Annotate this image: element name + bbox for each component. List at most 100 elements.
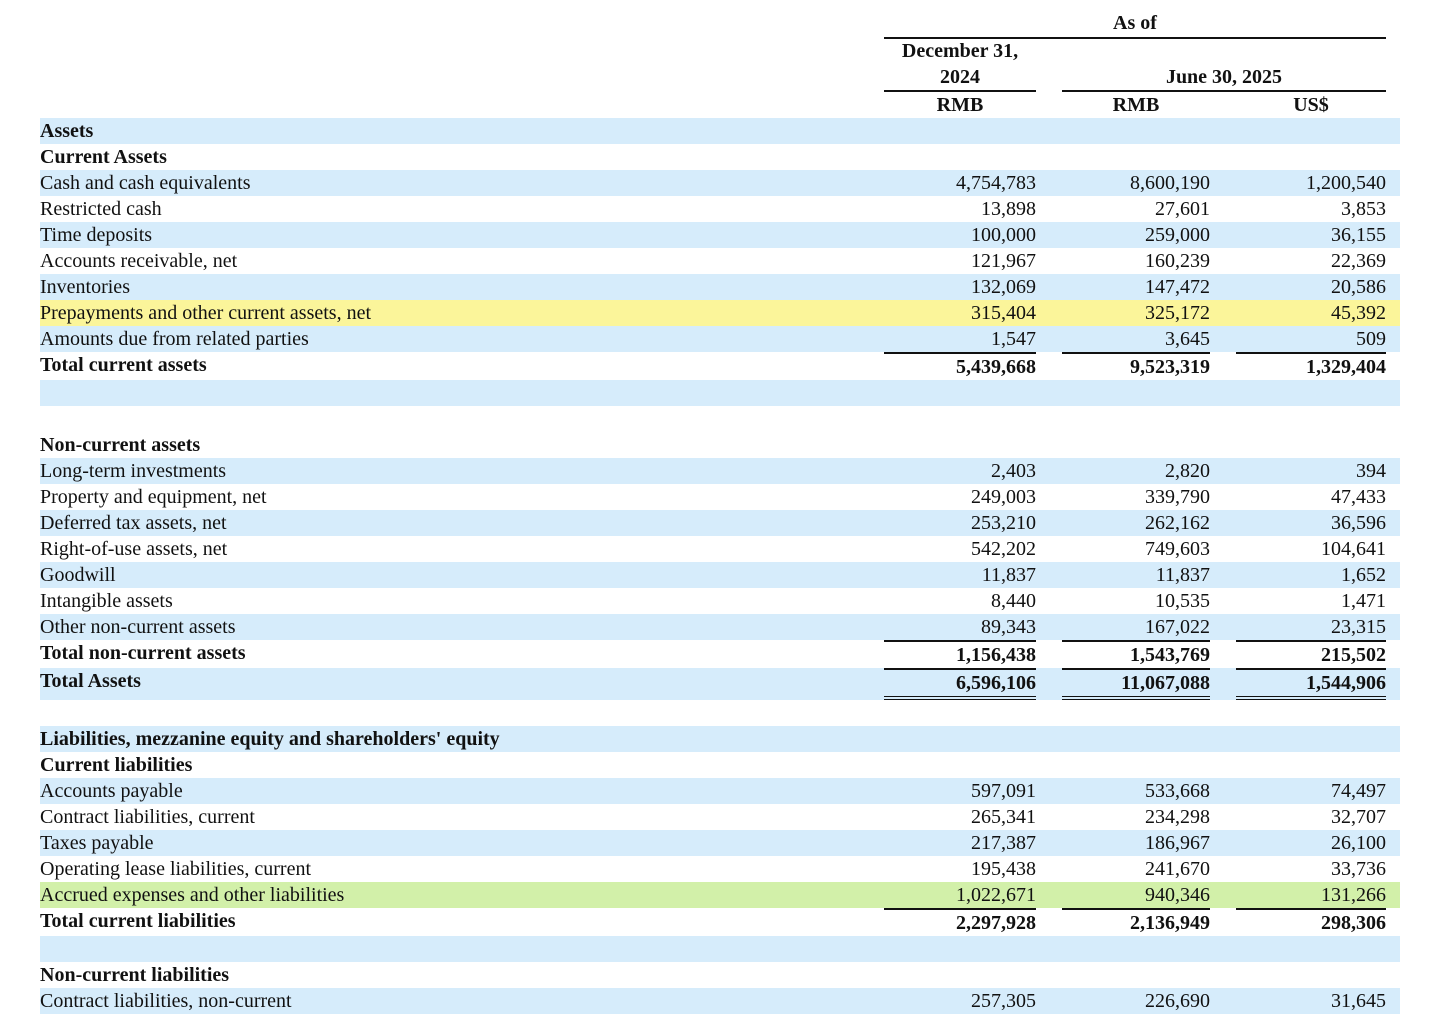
- table-row: Current liabilities: [40, 752, 1400, 778]
- table-row: Accounts receivable, net 121,967 160,239 22…: [40, 248, 1400, 274]
- table-row: Contract liabilities, non-current 257,305…: [40, 988, 1400, 1014]
- col1-currency-header: RMB: [936, 94, 984, 116]
- value-cell-col2: 147,472: [1145, 276, 1210, 298]
- value-cell-col2: 10,535: [1155, 590, 1210, 612]
- value-cell-col2: [1062, 118, 1210, 144]
- value-cell-col2: 749,603: [1145, 538, 1210, 560]
- row-label: Contract liabilities, current: [40, 806, 255, 828]
- row-label: Assets: [40, 120, 94, 142]
- row-label: Total Assets: [40, 670, 141, 692]
- row-label: Other non-current assets: [40, 616, 236, 638]
- table-row: Total Assets 6,596,106 11,067,088 1,544,906: [40, 668, 1400, 700]
- value-cell-col1: [884, 936, 1036, 962]
- value-cell-col2: [1062, 406, 1210, 432]
- row-label: Intangible assets: [40, 590, 173, 612]
- value-cell-col2: 8,600,190: [1130, 172, 1210, 194]
- value-cell-col1: 597,091: [971, 780, 1036, 802]
- balance-sheet-table: Assets Current Assets Cash and cash equiva…: [40, 118, 1400, 1014]
- value-cell-col1: 6,596,106: [884, 668, 1036, 700]
- row-label: Accounts receivable, net: [40, 250, 238, 272]
- value-cell-col3: 47,433: [1331, 486, 1386, 508]
- value-cell-col2: 160,239: [1145, 250, 1210, 272]
- value-cell-col1: [884, 700, 1036, 726]
- row-label: Property and equipment, net: [40, 486, 267, 508]
- row-label: Restricted cash: [40, 198, 162, 220]
- value-cell-col3: [1236, 700, 1386, 726]
- row-label: Total non-current assets: [40, 642, 246, 664]
- row-label: Amounts due from related parties: [40, 328, 309, 350]
- table-row: [40, 406, 1400, 432]
- value-cell-col3: 36,155: [1331, 224, 1386, 246]
- value-cell-col3: 32,707: [1331, 806, 1386, 828]
- value-cell-col3: 36,596: [1331, 512, 1386, 534]
- value-cell-col1: [884, 406, 1036, 432]
- value-cell-col2: 533,668: [1145, 780, 1210, 802]
- value-cell-col3: 1,200,540: [1306, 172, 1386, 194]
- value-cell-col1: 100,000: [971, 224, 1036, 246]
- row-label: Current liabilities: [40, 754, 193, 776]
- value-cell-col3: 22,369: [1331, 250, 1386, 272]
- value-cell-col2: 940,346: [1145, 884, 1210, 906]
- row-label: Total current liabilities: [40, 910, 236, 932]
- value-cell-col1: 2,297,928: [884, 908, 1036, 936]
- value-cell-col2: 2,820: [1165, 460, 1210, 482]
- value-cell-col1: 5,439,668: [884, 352, 1036, 380]
- value-cell-col2: 339,790: [1145, 486, 1210, 508]
- value-cell-col2: 9,523,319: [1062, 352, 1210, 380]
- value-cell-col2: 259,000: [1145, 224, 1210, 246]
- value-cell-col3: [1236, 380, 1386, 406]
- value-cell-col1: 132,069: [971, 276, 1036, 298]
- row-label: Taxes payable: [40, 832, 154, 854]
- value-cell-col3: 74,497: [1331, 780, 1386, 802]
- value-cell-col2: 11,067,088: [1062, 668, 1210, 700]
- table-row: Intangible assets 8,440 10,535 1,471: [40, 588, 1400, 614]
- value-cell-col3: [1236, 936, 1386, 962]
- table-row: Assets: [40, 118, 1400, 144]
- value-cell-col1: 249,003: [971, 486, 1036, 508]
- table-row: [40, 700, 1400, 726]
- value-cell-col2: 3,645: [1165, 328, 1210, 350]
- value-cell-col3: 26,100: [1331, 832, 1386, 854]
- table-row: Prepayments and other current assets, ne…: [40, 300, 1400, 326]
- value-cell-col1: 13,898: [981, 198, 1036, 220]
- value-cell-col3: 298,306: [1236, 908, 1386, 936]
- table-row: Accounts payable 597,091 533,668 74,497: [40, 778, 1400, 804]
- value-cell-col3: 1,329,404: [1236, 352, 1386, 380]
- value-cell-col3: 1,471: [1341, 590, 1386, 612]
- value-cell-col1: 1,022,671: [956, 884, 1036, 906]
- table-row: Total current assets 5,439,668 9,523,319 1,…: [40, 352, 1400, 380]
- value-cell-col3: 1,544,906: [1236, 668, 1386, 700]
- col1-date-header: December 31, 2024: [884, 39, 1036, 89]
- value-cell-col3: 33,736: [1331, 858, 1386, 880]
- value-cell-col1: 217,387: [971, 832, 1036, 854]
- value-cell-col3: [1236, 118, 1386, 144]
- row-label: Accounts payable: [40, 780, 183, 802]
- value-cell-col3: [1236, 726, 1386, 752]
- value-cell-col2: [1062, 380, 1210, 406]
- row-label: Current Assets: [40, 146, 167, 168]
- value-cell-col2: 186,967: [1145, 832, 1210, 854]
- value-cell-col1: [884, 118, 1036, 144]
- col1-date-line1: December 31,: [901, 40, 1019, 62]
- row-label: Right-of-use assets, net: [40, 538, 228, 560]
- value-cell-col3: [1236, 962, 1386, 988]
- value-cell-col2: 226,690: [1145, 990, 1210, 1012]
- table-row: [40, 380, 1400, 406]
- as-of-header: As of: [1113, 12, 1157, 34]
- value-cell-col3: 3,853: [1341, 198, 1386, 220]
- table-row: Right-of-use assets, net 542,202 749,603 10…: [40, 536, 1400, 562]
- col1-date-line2: 2024: [940, 66, 980, 88]
- table-row: Contract liabilities, current 265,341 234,…: [40, 804, 1400, 830]
- col23-date-header: June 30, 2025: [1165, 66, 1283, 88]
- col1-date-rule: [884, 90, 1036, 92]
- value-cell-col2: 167,022: [1145, 616, 1210, 638]
- value-cell-col1: 195,438: [971, 858, 1036, 880]
- value-cell-col1: 253,210: [971, 512, 1036, 534]
- value-cell-col2: 234,298: [1145, 806, 1210, 828]
- value-cell-col1: 4,754,783: [956, 172, 1036, 194]
- value-cell-col2: 1,543,769: [1062, 640, 1210, 668]
- value-cell-col2: 241,670: [1145, 858, 1210, 880]
- row-label: Accrued expenses and other liabilities: [40, 884, 345, 906]
- table-row: Total non-current assets 1,156,438 1,543,7…: [40, 640, 1400, 668]
- value-cell-col2: [1062, 144, 1210, 170]
